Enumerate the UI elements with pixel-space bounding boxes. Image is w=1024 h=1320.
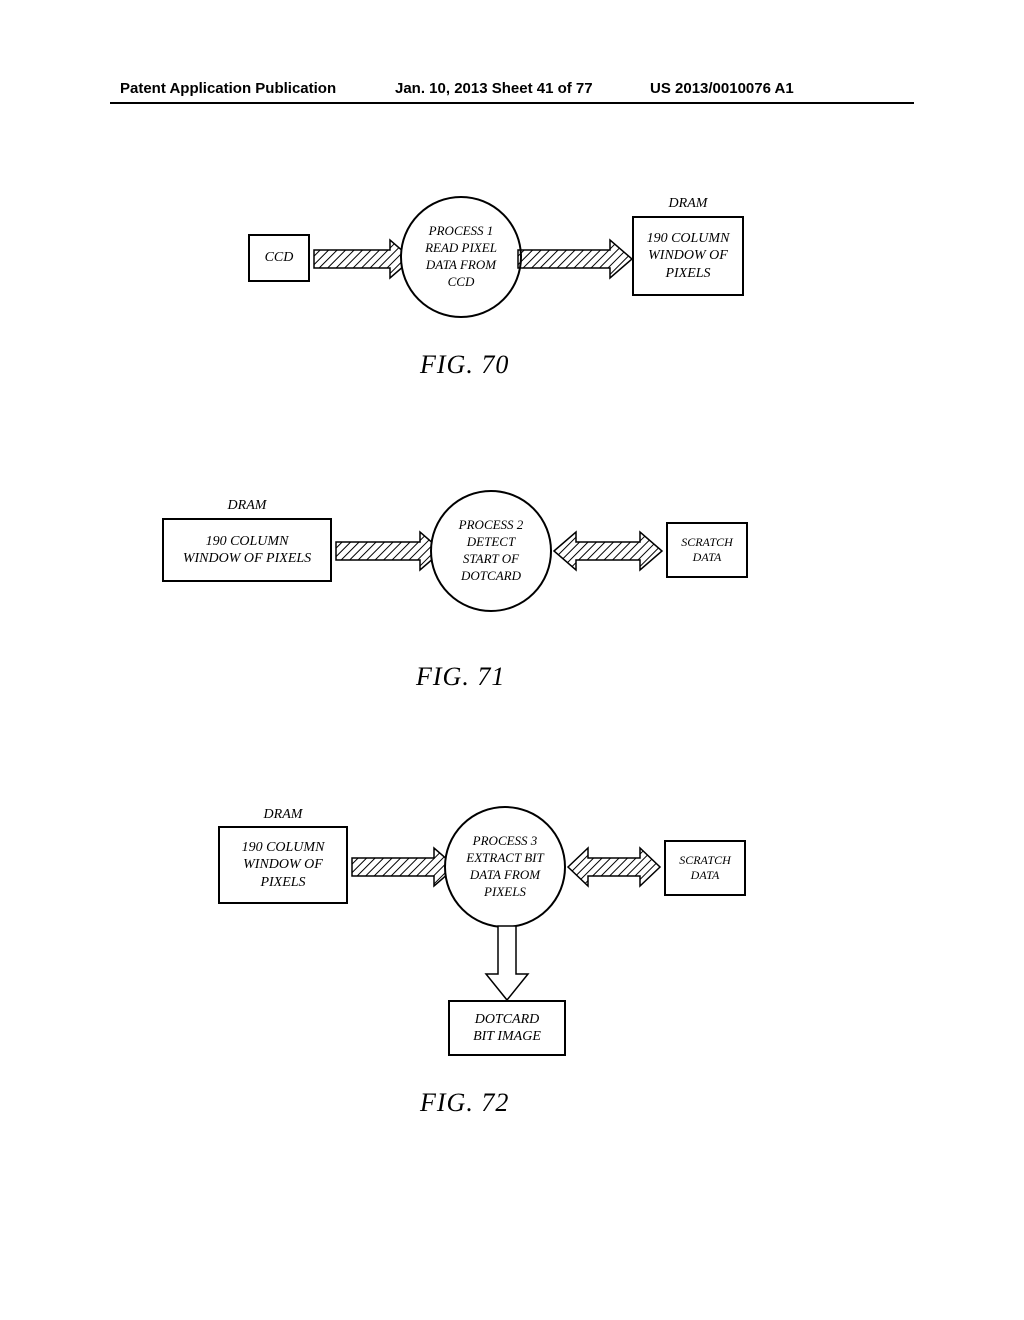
- fig72-arrow-down-icon: [482, 924, 532, 1004]
- fig72-bitimage-box: DOTCARD BIT IMAGE: [448, 1000, 566, 1056]
- fig72-circle-text: PROCESS 3 EXTRACT BIT DATA FROM PIXELS: [466, 833, 543, 901]
- fig70-caption: FIG. 70: [420, 350, 509, 380]
- fig72-dram-box: 190 COLUMN WINDOW OF PIXELS: [218, 826, 348, 904]
- fig70-ccd-box: CCD: [248, 234, 310, 282]
- fig72-caption: FIG. 72: [420, 1088, 509, 1118]
- header-right: US 2013/0010076 A1: [650, 80, 794, 97]
- fig70-arrow-right2-icon: [516, 232, 638, 286]
- fig71-dram-title: DRAM: [162, 498, 332, 514]
- fig72-arrow-double-icon: [560, 840, 668, 894]
- fig72-dram-title: DRAM: [218, 807, 348, 823]
- fig70-circle-text: PROCESS 1 READ PIXEL DATA FROM CCD: [425, 223, 497, 291]
- fig71-dram-box: 190 COLUMN WINDOW OF PIXELS: [162, 518, 332, 582]
- fig71-scratch-box: SCRATCH DATA: [666, 522, 748, 578]
- header-left: Patent Application Publication: [120, 80, 336, 97]
- page-container: Patent Application Publication Jan. 10, …: [0, 0, 1024, 1320]
- fig71-arrow-double-icon: [546, 524, 670, 578]
- header-rule: [110, 102, 914, 104]
- fig70-dram-box: 190 COLUMN WINDOW OF PIXELS: [632, 216, 744, 296]
- fig71-process-circle: PROCESS 2 DETECT START OF DOTCARD: [430, 490, 552, 612]
- fig71-caption: FIG. 71: [416, 662, 505, 692]
- header-center: Jan. 10, 2013 Sheet 41 of 77: [395, 80, 593, 97]
- fig71-circle-text: PROCESS 2 DETECT START OF DOTCARD: [459, 517, 524, 585]
- fig72-scratch-box: SCRATCH DATA: [664, 840, 746, 896]
- fig70-process-circle: PROCESS 1 READ PIXEL DATA FROM CCD: [400, 196, 522, 318]
- fig70-dram-title: DRAM: [632, 196, 744, 212]
- fig72-process-circle: PROCESS 3 EXTRACT BIT DATA FROM PIXELS: [444, 806, 566, 928]
